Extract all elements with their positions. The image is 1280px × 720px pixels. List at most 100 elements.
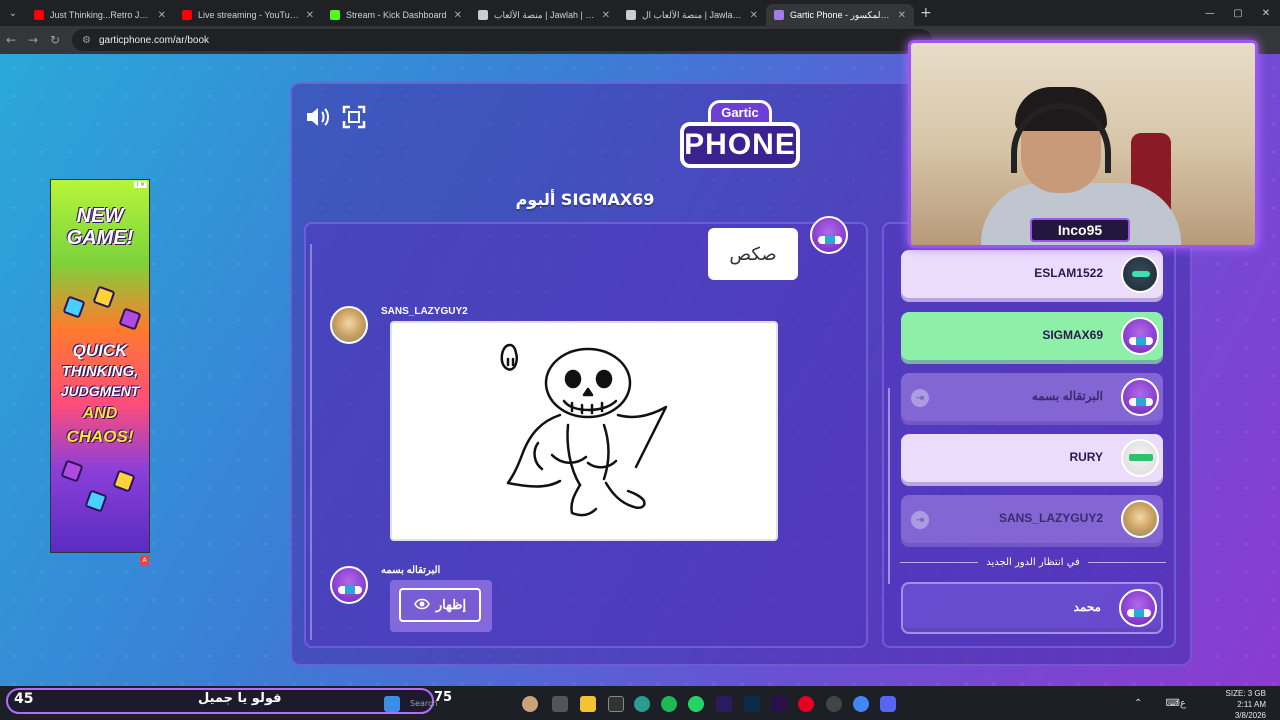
system-clock[interactable]: SIZE: 3 GB 2:11 AM 3/8/2026 — [1226, 688, 1266, 720]
back-icon[interactable]: ← — [0, 33, 22, 47]
player-name: SANS_LAZYGUY2 — [998, 511, 1103, 525]
album-scrollbar[interactable] — [310, 244, 312, 640]
next-author: البرتقاله بسمه — [381, 565, 441, 576]
windows-start-icon[interactable] — [384, 696, 400, 712]
spotify-icon[interactable] — [661, 696, 677, 712]
close-icon[interactable]: ✕ — [898, 10, 906, 21]
players-scrollbar[interactable] — [888, 388, 890, 584]
new-tab-button[interactable]: + — [920, 5, 932, 21]
ad-text: THINKING, — [61, 363, 139, 380]
tab-title: منصة الألعاب ال | Jawlah | جولة — [642, 9, 744, 20]
url-text: garticphone.com/ar/book — [98, 34, 210, 46]
youtube-icon — [182, 10, 192, 20]
ad-text: QUICK — [72, 341, 128, 360]
avatar — [1121, 317, 1159, 355]
tab-title: Gartic Phone - الهاتف المكسور — [790, 9, 892, 20]
jawlah-icon — [626, 10, 636, 20]
player-name: SIGMAX69 — [1042, 328, 1103, 342]
browser-tab-4[interactable]: منصة الألعاب | Jawlah | جولة ✕ — [470, 4, 618, 26]
avatar — [1121, 500, 1159, 538]
photoshop-icon[interactable] — [744, 696, 760, 712]
window-controls: — ▢ ✕ — [1196, 0, 1280, 26]
gem-icon — [84, 489, 108, 513]
adchoices-icon[interactable]: A — [140, 556, 149, 565]
file-explorer-icon[interactable] — [580, 696, 596, 712]
premiere-icon[interactable] — [716, 696, 732, 712]
close-icon[interactable]: ✕ — [158, 10, 166, 21]
kick-icon[interactable]: ⇥ — [911, 389, 929, 407]
gem-icon — [118, 307, 142, 331]
waiting-divider: في انتظار الدور الجديد — [900, 557, 1166, 568]
logo-bottom-text: PHONE — [680, 122, 800, 168]
volume-icon[interactable] — [304, 104, 332, 136]
browser-tab-3[interactable]: Stream - Kick Dashboard ✕ — [322, 4, 470, 26]
player-card: ESLAM1522 — [901, 250, 1163, 302]
after-effects-icon[interactable] — [771, 696, 787, 712]
lang-indicator[interactable]: ع — [1180, 698, 1186, 709]
discord-icon[interactable] — [880, 696, 896, 712]
gartic-icon — [774, 10, 784, 20]
clock-time: 2:11 AM — [1237, 700, 1266, 709]
browser-tab-2[interactable]: Live streaming - YouTube Studi ✕ — [174, 4, 322, 26]
url-field[interactable]: ⚙ garticphone.com/ar/book — [72, 29, 932, 51]
reveal-button[interactable]: إظهار — [399, 588, 481, 622]
minimize-icon[interactable]: — — [1196, 0, 1224, 26]
close-icon[interactable]: ✕ — [454, 10, 462, 21]
pinterest-icon[interactable] — [798, 696, 814, 712]
avatar — [1121, 255, 1159, 293]
counter: 75 — [434, 690, 453, 705]
waiting-player-card: محمد — [901, 582, 1163, 634]
gem-icon — [60, 459, 84, 483]
whatsapp-icon[interactable] — [688, 696, 704, 712]
browser-tab-bar: ⌄ Just Thinking...Retro Jazz - YouT ✕ Li… — [0, 0, 1280, 26]
advertisement[interactable]: i × NEW GAME! QUICK THINKING, JUDGMENT A… — [50, 179, 150, 553]
avatar — [1121, 378, 1159, 416]
task-view-icon[interactable] — [552, 696, 568, 712]
browser-tab-1[interactable]: Just Thinking...Retro Jazz - YouT ✕ — [26, 4, 174, 26]
fullscreen-icon[interactable] — [342, 105, 366, 135]
gem-icon — [62, 295, 86, 319]
tab-search-icon[interactable]: ⌄ — [0, 0, 26, 26]
drawing-canvas — [390, 321, 778, 541]
tab-title: Stream - Kick Dashboard — [346, 10, 447, 20]
close-window-icon[interactable]: ✕ — [1252, 0, 1280, 26]
webcam-overlay — [908, 40, 1258, 248]
edge-icon[interactable] — [634, 696, 650, 712]
drawing-author: SANS_LAZYGUY2 — [381, 306, 468, 317]
kick-icon — [330, 10, 340, 20]
player-card: ⇥ البرتقاله بسمه — [901, 373, 1163, 425]
player-card-active: SIGMAX69 — [901, 312, 1163, 364]
browser-tab-6[interactable]: Gartic Phone - الهاتف المكسور ✕ — [766, 4, 914, 26]
youtube-icon — [34, 10, 44, 20]
ad-badge[interactable]: i × — [134, 181, 147, 188]
reload-icon[interactable]: ↻ — [44, 33, 66, 47]
gem-icon — [92, 285, 116, 309]
chrome-icon[interactable] — [853, 696, 869, 712]
obs-icon[interactable] — [826, 696, 842, 712]
player-name: RURY — [1069, 450, 1103, 464]
close-icon[interactable]: ✕ — [750, 10, 758, 21]
forward-icon[interactable]: → — [22, 33, 44, 47]
site-info-icon[interactable]: ⚙ — [82, 35, 91, 46]
streamer-name: Inco95 — [1030, 218, 1130, 242]
ad-text: JUDGMENT — [60, 383, 140, 399]
app-icon[interactable] — [522, 696, 538, 712]
close-icon[interactable]: ✕ — [602, 10, 610, 21]
ad-text: AND — [82, 405, 118, 422]
player-name: ESLAM1522 — [1034, 266, 1103, 280]
browser-tab-5[interactable]: منصة الألعاب ال | Jawlah | جولة ✕ — [618, 4, 766, 26]
follow-text: فولو يا جميل — [198, 691, 282, 706]
player-name: محمد — [1073, 600, 1101, 614]
store-icon[interactable] — [608, 696, 624, 712]
ad-text: GAME! — [66, 227, 134, 249]
disk-size: SIZE: 3 GB — [1225, 689, 1266, 698]
gartic-phone-logo: Gartic PHONE — [680, 100, 800, 172]
kick-icon[interactable]: ⇥ — [911, 511, 929, 529]
player-name: البرتقاله بسمه — [1031, 389, 1103, 403]
tab-title: منصة الألعاب | Jawlah | جولة — [494, 9, 596, 20]
waiting-label: في انتظار الدور الجديد — [986, 557, 1080, 568]
close-icon[interactable]: ✕ — [306, 10, 314, 21]
maximize-icon[interactable]: ▢ — [1224, 0, 1252, 26]
reveal-label: إظهار — [435, 597, 467, 612]
follow-count: 45 — [14, 691, 34, 707]
